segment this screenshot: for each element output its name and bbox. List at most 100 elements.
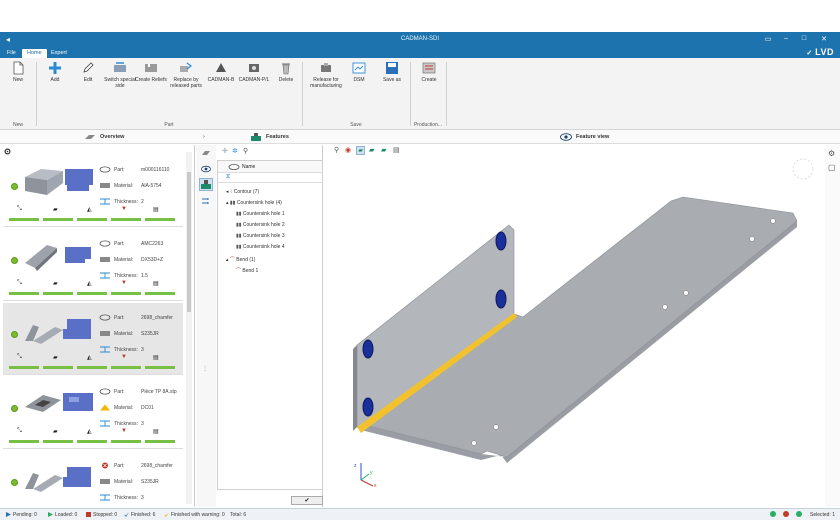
minimize-icon[interactable]: – [778,35,794,42]
part-card-selected[interactable]: Part: 2698_chamfer Material: S235JR Thic… [3,303,183,375]
features-icon [201,180,211,189]
y-axis-icon [360,473,370,481]
replace-by-released-parts-button[interactable]: Replace by released parts [166,61,206,89]
part-card[interactable]: Part: 2698_chamfer Material: S235JR Thic… [3,451,183,507]
part-thumbnail [25,393,93,412]
features-tool-button[interactable] [199,178,213,191]
zoom-icon[interactable]: ⚲ [334,146,339,154]
tree-row[interactable]: ⌒ Bend 1 [236,267,258,275]
create-reliefs-button[interactable]: Create Reliefs [133,61,169,83]
filter-row[interactable]: ⧖ [218,173,322,183]
splitter-handle[interactable]: ⋮ [202,365,208,372]
group-new-label: New [12,122,23,128]
delete-button[interactable]: Delete [268,61,304,83]
confirm-button[interactable]: ✔ [291,496,323,505]
part-card[interactable]: Part: AMC2263 Material: DX53D+Z Thicknes… [3,229,183,301]
status-ok-icon [11,331,18,338]
pin-icon[interactable]: ⚲ [243,147,248,155]
tool-icon: ◭ [87,429,92,435]
pending-icon [6,512,11,517]
feature-tool-strip: ⋮ [196,145,216,507]
restore-icon[interactable]: ▭ [760,35,776,43]
status-pending: Pending: 0 [6,512,37,518]
tab-home[interactable]: Home [22,49,47,58]
new-button[interactable]: New [0,61,36,83]
create-button[interactable]: Create [411,61,447,83]
overview-scrollbar[interactable] [186,152,192,504]
countersink-hole[interactable] [362,397,374,417]
settings-gear-icon[interactable] [4,148,11,155]
close-icon[interactable]: ✕ [816,35,832,43]
tab-expert[interactable]: Expert [46,49,72,58]
countersink-icon: ▮▮ [236,222,243,228]
edit-button[interactable]: Edit [70,61,106,83]
features-icon [251,133,261,141]
document-icon[interactable]: ▢ [828,163,836,172]
cadman-pl-button[interactable]: CADMAN-P/L [236,61,272,83]
part-card[interactable]: Part: m000116110 Material: AlA-5754 Thic… [3,155,183,227]
view-mode-icon[interactable]: ▰ [369,146,374,154]
release-icon [321,63,331,72]
tree-row[interactable]: ▴ ⌒ Bend (1) [226,256,255,264]
layers-icon[interactable]: ▤ [393,146,400,154]
cadman-b-button[interactable]: CADMAN-B [203,61,239,83]
maximize-icon[interactable]: □ [796,35,812,42]
part-thickness: 3 [141,495,144,501]
window-title: CADMAN-SDI [400,36,439,42]
part-material: DC01 [141,405,154,411]
save-as-button[interactable]: Save as [374,61,410,83]
stack-icon: ▤ [153,429,159,435]
release-for-manufacturing-button[interactable]: Release for manufacturing [306,61,346,89]
tree-row[interactable]: ▮▮ Countersink hole 4 [236,244,285,252]
unfold-icon: ⤡ [17,206,22,212]
create-icon [422,62,436,74]
stack-icon: ▤ [153,207,159,213]
view-mode-icon[interactable]: ▰ [381,146,386,154]
x-axis-icon [360,479,374,487]
tree-row[interactable]: ▮▮ Countersink hole 2 [236,222,285,230]
scrollbar-thumb[interactable] [187,172,191,312]
tool-icon: ◭ [87,281,92,287]
part-3d-model[interactable] [331,145,825,507]
part-icon [99,314,111,321]
tree-row[interactable]: ▮▮ Countersink hole 3 [236,233,285,241]
dsm-button[interactable]: DSM [341,61,377,83]
right-tool-strip: ⚙ ▢ [825,145,840,507]
status-green-indicator [770,511,778,518]
highlight-icon[interactable]: ◉ [345,146,351,154]
column-header-name[interactable]: Name [242,164,255,170]
error-icon [102,462,108,469]
tree-row[interactable]: ▴ ▮▮ Countersink hole (4) [226,200,282,208]
countersink-hole[interactable] [495,289,507,309]
part-thickness: 1.5 [141,273,148,279]
countersink-icon: ▮▮ [236,244,243,250]
thickness-icon [100,198,110,205]
settings-icon[interactable]: ✲ [232,147,238,155]
tree-row[interactable]: ◂ ⌇ Contour (7) [226,189,259,197]
press-icon: ▼ [121,428,127,434]
view-mode-button[interactable]: ▰ [356,146,365,155]
tree-row[interactable]: ▮▮ Countersink hole 1 [236,211,285,219]
tools-icon[interactable]: ⚙ [828,149,835,158]
table-header: Name [218,161,322,173]
countersink-hole[interactable] [362,339,374,359]
status-total: Total: 6 [230,512,247,518]
application-window: ◂ CADMAN-SDI ▭ – □ ✕ File Home Expert ✓ … [0,32,840,520]
flow-icon[interactable] [201,197,211,205]
tab-file[interactable]: File [2,49,21,58]
features-table: Name ⧖ ◂ ⌇ Contour (7) ▴ ▮▮ Countersink … [217,160,323,490]
press-icon: ▼ [121,206,127,212]
part-thumbnail [25,319,91,344]
loaded-icon [48,512,53,517]
stack-icon: ▤ [153,355,159,361]
view-cube-icon[interactable] [792,158,814,180]
collapse-chevron-icon[interactable]: › [203,134,205,140]
add-feature-icon[interactable]: ✚ [222,147,228,155]
feature-view-viewport[interactable]: z x y [331,145,825,507]
add-button[interactable]: Add [37,61,73,83]
eye-icon[interactable] [201,165,211,173]
part-card[interactable]: Part: Pièce TP 8A.stp Material: DC01 Thi… [3,377,183,449]
countersink-hole[interactable] [495,231,507,251]
part-view-icon[interactable] [201,149,211,157]
features-title: Features [266,134,289,140]
